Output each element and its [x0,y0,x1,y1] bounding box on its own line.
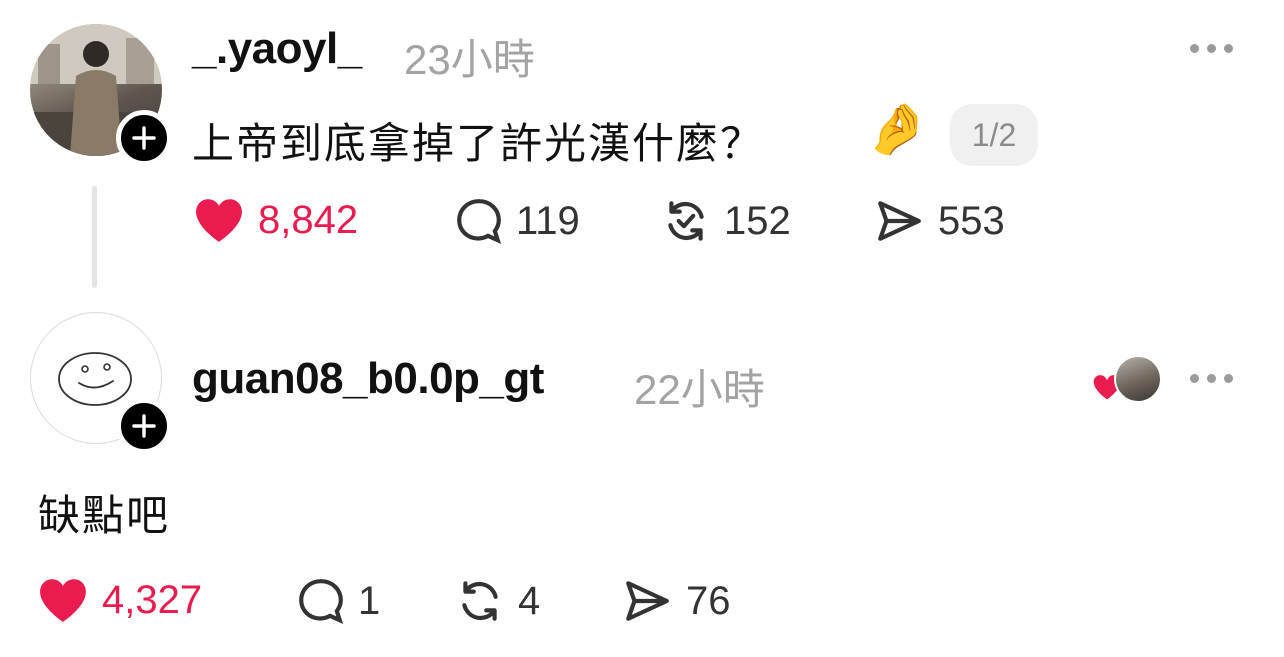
more-icon-dot [1207,44,1216,53]
reply-comment-count: 1 [358,578,381,623]
more-icon-dot [1190,374,1199,383]
plus-icon [132,414,156,438]
reply-share-button[interactable]: 76 [620,576,731,626]
follow-plus-button[interactable] [116,110,172,166]
like-button[interactable]: 8,842 [192,196,358,244]
repost-button[interactable]: 152 [660,196,791,246]
share-button[interactable]: 553 [872,196,1005,246]
more-icon-dot [1224,44,1233,53]
pinched-fingers-emoji: 🤌 [866,100,929,158]
comment-count: 119 [516,198,580,243]
more-icon-dot [1190,44,1199,53]
thread-line [92,186,97,288]
post-more-button[interactable] [1190,44,1233,53]
reply-like-count: 4,327 [102,577,203,622]
more-icon-dot [1224,374,1233,383]
repost-icon [462,581,498,621]
repost-icon [668,201,704,241]
reply-like-button[interactable]: 4,327 [36,576,202,624]
reply-share-count: 76 [686,578,731,623]
heart-icon [196,199,242,242]
reply-repost-count: 4 [518,578,541,623]
more-icon-dot [1207,374,1216,383]
page-indicator: 1/2 [950,104,1038,166]
comment-icon [299,579,344,624]
reply-comment-button[interactable]: 1 [296,576,380,626]
reply-follow-plus-button[interactable] [116,398,172,454]
post-timestamp: 23小時 [404,36,535,83]
heart-icon [40,579,86,622]
share-count: 553 [938,198,1005,243]
reply-username[interactable]: guan08_b0.0p_gt [192,354,544,404]
plus-icon [132,126,156,150]
like-count: 8,842 [258,197,359,242]
reply-repost-button[interactable]: 4 [454,576,540,626]
comment-button[interactable]: 119 [454,196,580,246]
reply-more-button[interactable] [1190,374,1233,383]
post-text: 上帝到底拿掉了許光漢什麼？ [192,120,765,167]
comment-icon [457,199,502,244]
reply-timestamp: 22小時 [634,366,765,413]
share-icon [878,201,921,241]
reply-text: 缺點吧 [38,492,171,539]
share-icon [626,581,669,621]
repost-count: 152 [724,198,791,243]
post-username[interactable]: _.yaoyl_ [192,24,362,74]
liked-by-author-avatar [1114,355,1162,403]
